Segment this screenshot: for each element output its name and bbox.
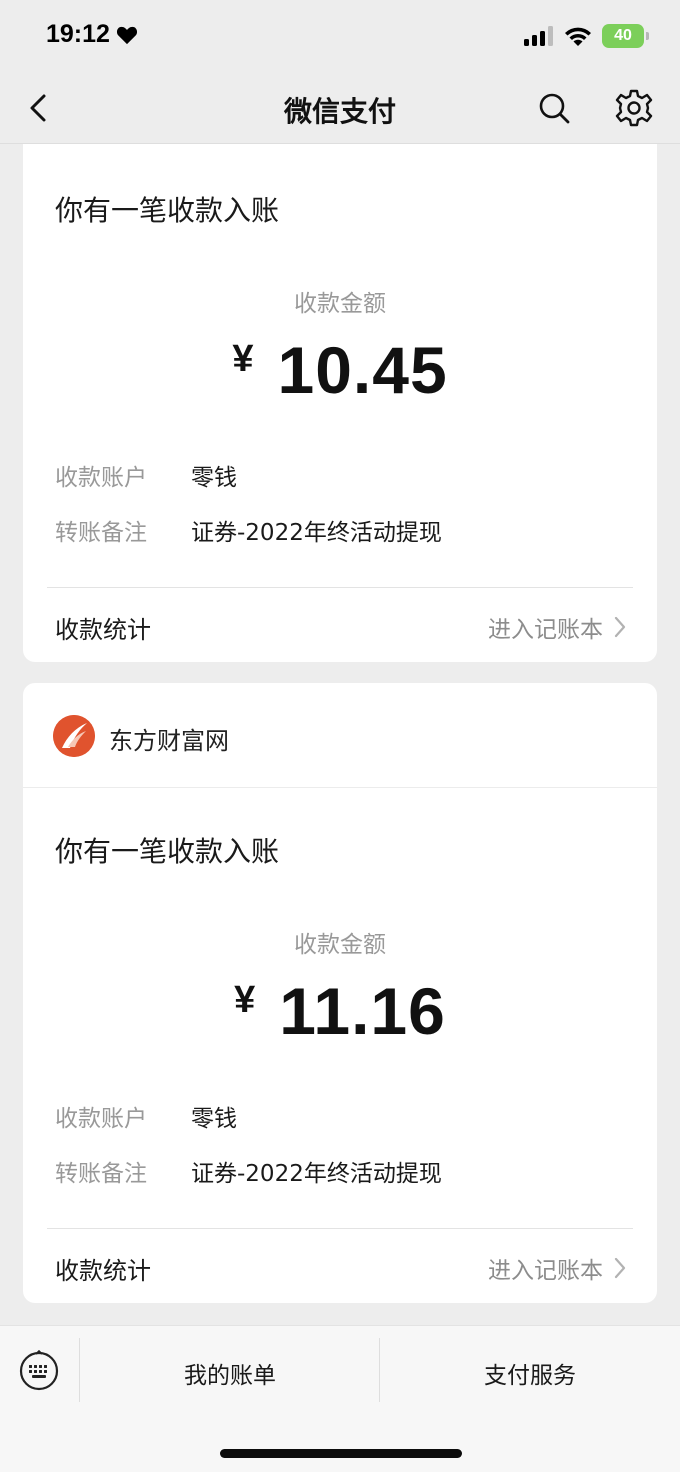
status-bar: 19:12 40 — [0, 0, 680, 72]
account-key: 收款账户 — [55, 1106, 147, 1132]
payment-notice-1: 你有一笔收款入账 收款金额 ¥10.45 收款账户 零钱 转账备注 证券-2022年… — [23, 144, 657, 662]
brand-logo-icon — [53, 715, 95, 757]
currency-symbol: ¥ — [232, 338, 254, 380]
account-row: 收款账户 零钱 — [55, 1099, 237, 1133]
chevron-right-icon — [614, 1257, 626, 1279]
east-money-logo-icon — [53, 715, 95, 757]
divider — [47, 1228, 633, 1229]
remark-key: 转账备注 — [55, 520, 147, 546]
search-icon[interactable] — [536, 90, 572, 126]
page-title: 微信支付 — [283, 95, 396, 128]
ledger-link[interactable]: 进入记账本 — [488, 610, 627, 644]
ledger-link-text: 进入记账本 — [488, 617, 603, 643]
payment-notice-2: 你有一笔收款入账 收款金额 ¥11.16 收款账户 零钱 转账备注 证券-2022年… — [23, 785, 657, 1303]
remark-value: 证券-2022年终活动提现 — [191, 1161, 442, 1187]
ledger-link[interactable]: 进入记账本 — [488, 1251, 627, 1285]
brand-name: 东方财富网 — [109, 727, 229, 755]
payment-card-2[interactable]: 东方财富网 你有一笔收款入账 收款金额 ¥11.16 收款账户 零钱 转账备注 证券… — [23, 683, 657, 1303]
stats-label: 收款统计 — [55, 616, 151, 644]
account-row: 收款账户 零钱 — [55, 458, 237, 492]
status-time-text: 19:12 — [46, 20, 110, 48]
account-value: 零钱 — [191, 1106, 237, 1132]
payment-card-1[interactable]: 你有一笔收款入账 收款金额 ¥10.45 收款账户 零钱 转账备注 证券-2022年… — [23, 144, 657, 662]
notice-title: 你有一笔收款入账 — [55, 835, 280, 868]
account-key: 收款账户 — [55, 465, 147, 491]
remark-row: 转账备注 证券-2022年终活动提现 — [55, 1154, 442, 1188]
pay-services-button[interactable]: 支付服务 — [380, 1356, 680, 1390]
battery-icon: 40 — [602, 24, 649, 48]
remark-key: 转账备注 — [55, 1161, 147, 1187]
amount-label: 收款金额 — [294, 291, 386, 317]
notice-title: 你有一笔收款入账 — [55, 194, 280, 227]
amount-label: 收款金额 — [294, 932, 386, 958]
battery-level: 40 — [614, 27, 632, 44]
amount-value: 11.16 — [279, 974, 446, 1048]
stats-row[interactable]: 收款统计 进入记账本 — [55, 608, 627, 648]
amount-row: ¥11.16 — [23, 973, 657, 1049]
heart-icon — [116, 26, 137, 44]
chevron-right-icon — [614, 616, 626, 638]
stats-label: 收款统计 — [55, 1257, 151, 1285]
home-indicator[interactable] — [220, 1449, 462, 1458]
currency-symbol: ¥ — [234, 979, 256, 1021]
cellular-signal-icon — [524, 26, 553, 46]
my-bills-button[interactable]: 我的账单 — [80, 1356, 380, 1390]
stats-row[interactable]: 收款统计 进入记账本 — [55, 1249, 627, 1289]
wifi-icon — [565, 27, 591, 46]
amount-value: 10.45 — [277, 333, 448, 407]
status-time: 19:12 — [46, 20, 138, 49]
account-value: 零钱 — [191, 465, 237, 491]
keyboard-icon[interactable] — [18, 1350, 60, 1392]
remark-value: 证券-2022年终活动提现 — [191, 520, 442, 546]
nav-bar: 微信支付 — [0, 72, 680, 144]
remark-row: 转账备注 证券-2022年终活动提现 — [55, 513, 442, 547]
brand-row[interactable]: 东方财富网 — [23, 683, 657, 788]
ledger-link-text: 进入记账本 — [488, 1258, 603, 1284]
bottom-menu-bar: 我的账单 支付服务 — [0, 1325, 680, 1472]
gear-icon[interactable] — [614, 88, 654, 128]
amount-row: ¥10.45 — [23, 332, 657, 408]
divider — [47, 587, 633, 588]
status-icons: 40 — [524, 24, 649, 48]
